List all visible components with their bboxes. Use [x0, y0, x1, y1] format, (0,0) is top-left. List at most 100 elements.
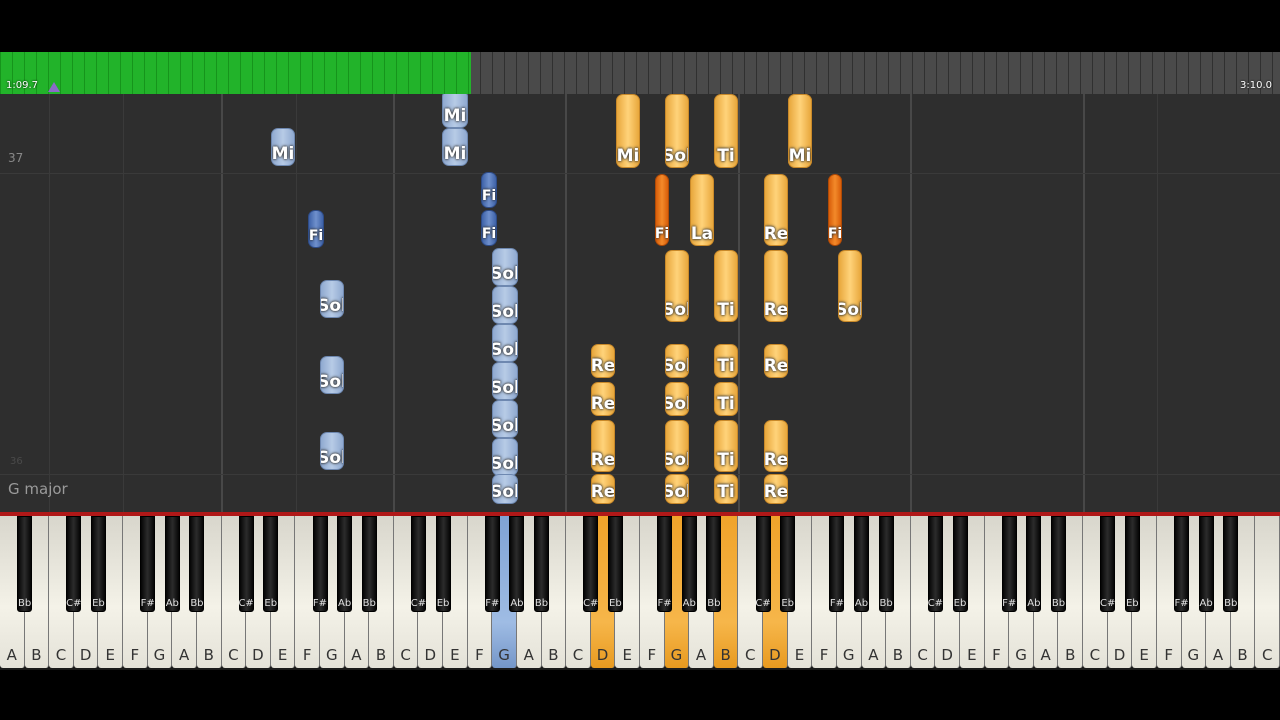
black-key[interactable]: C#	[583, 516, 598, 612]
white-key-label: F	[302, 646, 312, 664]
black-key-label: F#	[1002, 598, 1017, 609]
note-label: Re	[764, 300, 788, 320]
white-key-label: D	[769, 646, 781, 664]
playhead-marker[interactable]	[48, 82, 60, 92]
black-key[interactable]: Eb	[952, 516, 968, 612]
black-key[interactable]: C#	[411, 516, 426, 612]
black-key[interactable]: C#	[928, 516, 943, 612]
note-block: Fi	[655, 174, 669, 246]
note-block: Ti	[714, 382, 738, 416]
black-key-label: Eb	[609, 598, 622, 609]
note-block: Mi	[442, 128, 468, 166]
note-block: Sol	[492, 362, 518, 400]
black-key[interactable]: Bb	[1223, 516, 1239, 612]
white-key-label: B	[548, 646, 559, 664]
black-key[interactable]: Eb	[607, 516, 623, 612]
note-label: Mi	[788, 146, 812, 166]
note-label: Re	[591, 450, 615, 470]
black-key[interactable]: Bb	[878, 516, 894, 612]
black-key-label: Ab	[165, 598, 179, 609]
white-key-label: G	[1015, 646, 1027, 664]
note-label: Sol	[666, 450, 688, 470]
measure-line	[910, 94, 912, 512]
black-key[interactable]: Bb	[17, 516, 33, 612]
black-key[interactable]: Eb	[780, 516, 796, 612]
measure-divider	[0, 474, 1280, 475]
white-key-label: B	[892, 646, 904, 664]
note-label: Re	[764, 224, 788, 244]
note-block: Sol	[492, 438, 518, 476]
white-key-label: C	[1089, 646, 1101, 664]
beat-line	[296, 94, 297, 512]
note-block: Sol	[665, 474, 689, 504]
note-label: Sol	[321, 296, 343, 316]
black-key[interactable]: Bb	[706, 516, 722, 612]
black-key-label: F#	[140, 598, 155, 609]
note-block: Sol	[665, 344, 689, 378]
white-key[interactable]: C	[1255, 516, 1280, 668]
timeline-scrubber[interactable]: 1:09.7 3:10.0	[0, 52, 1280, 94]
black-key[interactable]: C#	[238, 516, 254, 612]
black-key[interactable]: Ab	[337, 516, 353, 612]
black-key[interactable]: Bb	[361, 516, 377, 612]
black-key[interactable]: Ab	[1026, 516, 1042, 612]
white-key-label: D	[424, 646, 437, 664]
black-key[interactable]: Eb	[1124, 516, 1140, 612]
measure-line	[565, 94, 567, 512]
black-key[interactable]: Bb	[1050, 516, 1066, 612]
black-key[interactable]: Eb	[90, 516, 106, 612]
note-label: Sol	[666, 482, 688, 502]
black-key[interactable]: F#	[312, 516, 328, 612]
black-key[interactable]: F#	[657, 516, 673, 612]
note-block: Re	[591, 474, 615, 504]
black-key-label: Bb	[534, 598, 549, 609]
note-block: Sol	[492, 474, 518, 504]
piano-keyboard[interactable]: ABCDEFGABCDEFGABCDEFGABCDEFGABCDEFGABCDE…	[0, 512, 1280, 670]
black-key-label: C#	[583, 598, 599, 609]
black-key[interactable]: Eb	[263, 516, 279, 612]
black-key[interactable]: F#	[829, 516, 845, 612]
measure-line	[1083, 94, 1085, 512]
black-key[interactable]: C#	[66, 516, 82, 612]
note-label: Fi	[828, 226, 842, 242]
black-key-label: Ab	[682, 598, 696, 609]
black-key-label: F#	[829, 598, 844, 609]
note-block: Sol	[492, 248, 518, 286]
black-key[interactable]: C#	[755, 516, 771, 612]
black-key[interactable]: C#	[1100, 516, 1115, 612]
black-key-label: C#	[927, 598, 944, 609]
note-label: Re	[591, 356, 615, 376]
black-key[interactable]: Ab	[164, 516, 180, 612]
timeline-progress-bar	[0, 52, 472, 94]
note-label: Sol	[493, 416, 517, 436]
note-block: Sol	[665, 382, 689, 416]
current-time-label: 1:09.7	[6, 80, 38, 91]
black-key[interactable]: Ab	[1198, 516, 1214, 612]
white-key-label: B	[375, 646, 387, 664]
black-key-label: F#	[657, 598, 672, 609]
black-key[interactable]: Ab	[681, 516, 697, 612]
black-key[interactable]: Ab	[854, 516, 870, 612]
black-key[interactable]: F#	[484, 516, 500, 612]
black-key[interactable]: F#	[1001, 516, 1017, 612]
note-block: Sol	[492, 286, 518, 324]
black-key-label: Bb	[1051, 598, 1066, 609]
black-key[interactable]: F#	[1174, 516, 1190, 612]
white-key-label: C	[745, 646, 756, 664]
beat-line	[123, 94, 124, 512]
white-key-label: E	[794, 646, 805, 664]
black-key[interactable]: Ab	[509, 516, 525, 612]
white-key-label: F	[130, 646, 140, 664]
black-key[interactable]: Bb	[189, 516, 205, 612]
note-label: Mi	[616, 146, 640, 166]
black-key-label: Bb	[190, 598, 204, 609]
white-key-label: G	[670, 646, 683, 664]
white-key-label: E	[450, 646, 460, 664]
white-key-label: E	[622, 646, 632, 664]
white-key-label: F	[647, 646, 657, 664]
black-key[interactable]: F#	[140, 516, 156, 612]
black-key[interactable]: Eb	[435, 516, 451, 612]
note-label: Mi	[443, 106, 467, 126]
note-block: Ti	[714, 344, 738, 378]
black-key[interactable]: Bb	[534, 516, 550, 612]
